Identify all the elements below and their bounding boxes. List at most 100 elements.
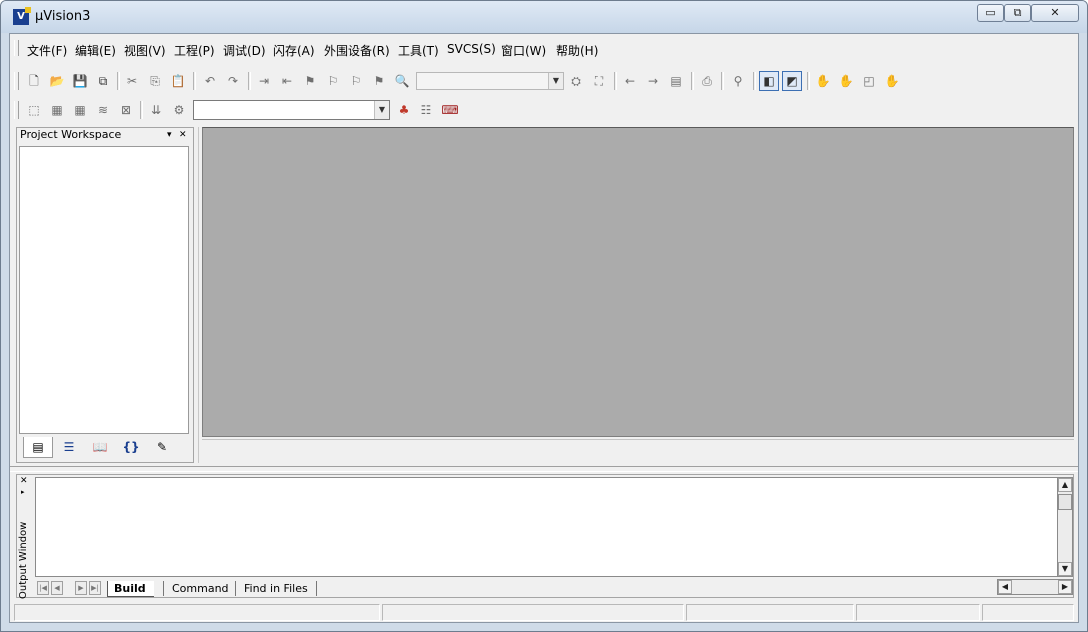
redo-button[interactable]: ↷ (223, 71, 243, 91)
find-in-files-button[interactable]: 🔍 (392, 71, 412, 91)
file-extensions-button[interactable]: ⌨ (440, 100, 460, 120)
workspace-toggle-button[interactable]: ◧ (759, 71, 779, 91)
client-area: 文件(F) 编辑(E) 视图(V) 工程(P) 调试(D) 闪存(A) 外围设备… (9, 33, 1079, 623)
output-close-icon[interactable]: ✕ (20, 476, 28, 486)
tab-files[interactable]: ▤ (23, 437, 53, 458)
batch-build-icon: ≋ (97, 103, 109, 117)
editor-area[interactable] (202, 127, 1074, 437)
chevron-down-icon[interactable]: ▼ (374, 101, 389, 119)
target-select[interactable]: ▼ (193, 100, 390, 120)
stop-button[interactable]: ✋ (813, 71, 833, 91)
save-button[interactable]: 💾 (70, 71, 90, 91)
tab-next-button[interactable]: ▶ (75, 581, 87, 595)
new-file-button[interactable]: 🗋 (24, 71, 44, 91)
output-vertical-scrollbar[interactable]: ▲ ▼ (1057, 477, 1073, 577)
tab-regs[interactable]: ☰ (54, 437, 84, 458)
build-target-button[interactable]: ▦ (47, 100, 67, 120)
scroll-thumb[interactable] (1058, 494, 1072, 510)
debug-hand-button[interactable]: ✋ (836, 71, 856, 91)
toggle-bookmark-button[interactable]: ⚑ (300, 71, 320, 91)
workspace-title: Project Workspace (20, 128, 122, 141)
rebuild-all-button[interactable]: ▦ (70, 100, 90, 120)
scroll-up-button[interactable]: ▲ (1058, 478, 1072, 492)
menu-view[interactable]: 视图(V) (124, 42, 166, 59)
menu-help[interactable]: 帮助(H) (556, 42, 598, 59)
prev-bookmark-button[interactable]: ⚐ (323, 71, 343, 91)
next-bookmark-button[interactable]: ⚐ (346, 71, 366, 91)
navigate-forward-button[interactable]: → (643, 71, 663, 91)
translate-button[interactable]: ⬚ (24, 100, 44, 120)
restore-button[interactable]: ⧉ (1004, 4, 1031, 22)
workspace-splitter[interactable] (198, 127, 201, 463)
workspace-tree[interactable] (19, 146, 189, 434)
menu-tools[interactable]: 工具(T) (398, 42, 439, 59)
unindent-button[interactable]: ⇤ (277, 71, 297, 91)
find-combo[interactable]: ▼ (416, 72, 564, 90)
menu-file[interactable]: 文件(F) (27, 42, 67, 59)
copy-button[interactable]: ⎘ (145, 71, 165, 91)
workspace-header[interactable]: Project Workspace ▾ ✕ (17, 128, 193, 143)
select-device-button[interactable]: ♣ (394, 100, 414, 120)
hand-tool-button[interactable]: ✋ (882, 71, 902, 91)
print-button[interactable]: ⎙ (697, 71, 717, 91)
target-options-button[interactable]: ⚙ (169, 100, 189, 120)
open-file-button[interactable]: 📂 (47, 71, 67, 91)
download-button[interactable]: ⇊ (146, 100, 166, 120)
toolbar-separator (248, 72, 251, 90)
stop-build-button[interactable]: ⊠ (116, 100, 136, 120)
chevron-down-icon[interactable]: ▼ (548, 73, 563, 89)
clear-bookmarks-button[interactable]: ⚑ (369, 71, 389, 91)
output-toggle-button[interactable]: ◩ (782, 71, 802, 91)
menu-window[interactable]: 窗口(W) (501, 42, 546, 59)
manage-components-button[interactable]: ☷ (416, 100, 436, 120)
last-icon: ▶| (91, 584, 99, 592)
scroll-down-button[interactable]: ▼ (1058, 562, 1072, 576)
menu-peripherals[interactable]: 外围设备(R) (324, 42, 390, 59)
incremental-find-icon: ⛶ (594, 74, 604, 88)
files-icon: ▤ (32, 440, 44, 454)
tab-functions[interactable]: {} (116, 437, 146, 458)
source-browser-button[interactable]: ⚲ (728, 71, 748, 91)
tab-templates[interactable]: ✎ (147, 437, 177, 458)
workspace-pin-icon[interactable]: ▾ (167, 128, 172, 142)
paste-button[interactable]: 📋 (168, 71, 188, 91)
scroll-left-button[interactable]: ◀ (998, 580, 1012, 594)
output-pin-icon[interactable]: ▸ (21, 488, 25, 496)
configure-button[interactable]: ◰ (859, 71, 879, 91)
tab-find-in-files[interactable]: Find in Files (235, 581, 317, 596)
indent-button[interactable]: ⇥ (254, 71, 274, 91)
output-horizontal-scrollbar[interactable]: ◀ ▶ (997, 579, 1073, 595)
menu-svcs[interactable]: SVCS(S) (447, 42, 496, 56)
navigate-back-button[interactable]: ← (620, 71, 640, 91)
find-button[interactable]: ⛭ (566, 71, 586, 91)
scroll-right-button[interactable]: ▶ (1058, 580, 1072, 594)
menu-project[interactable]: 工程(P) (174, 42, 215, 59)
toolbar-grip[interactable] (14, 72, 19, 90)
undo-button[interactable]: ↶ (200, 71, 220, 91)
batch-build-button[interactable]: ≋ (93, 100, 113, 120)
tab-first-button[interactable]: |◀ (37, 581, 49, 595)
workspace-window-icon: ◧ (763, 74, 775, 88)
minimize-button[interactable]: ▭ (977, 4, 1004, 22)
toolbar-grip[interactable] (14, 101, 19, 119)
incremental-find-button[interactable]: ⛶ (589, 71, 609, 91)
save-all-button[interactable]: ⧉ (93, 71, 113, 91)
menu-edit[interactable]: 编辑(E) (75, 42, 116, 59)
cut-button[interactable]: ✂ (122, 71, 142, 91)
toolbar-separator (753, 72, 756, 90)
menu-debug[interactable]: 调试(D) (223, 42, 266, 59)
output-window-icon: ◩ (786, 74, 798, 88)
menu-flash[interactable]: 闪存(A) (273, 42, 315, 59)
clear-bookmarks-icon: ⚑ (373, 74, 385, 88)
tab-books[interactable]: 📖 (85, 437, 115, 458)
tab-prev-button[interactable]: ◀ (51, 581, 63, 595)
tab-command[interactable]: Command (163, 581, 237, 596)
browse-button[interactable]: ▤ (666, 71, 686, 91)
menubar-grip[interactable] (14, 40, 19, 56)
tab-build[interactable]: Build (107, 581, 154, 597)
workspace-close-icon[interactable]: ✕ (179, 128, 187, 142)
output-text-area[interactable] (35, 477, 1057, 577)
output-splitter[interactable] (10, 466, 1078, 472)
tab-last-button[interactable]: ▶| (89, 581, 101, 595)
close-button[interactable]: ✕ (1031, 4, 1079, 22)
